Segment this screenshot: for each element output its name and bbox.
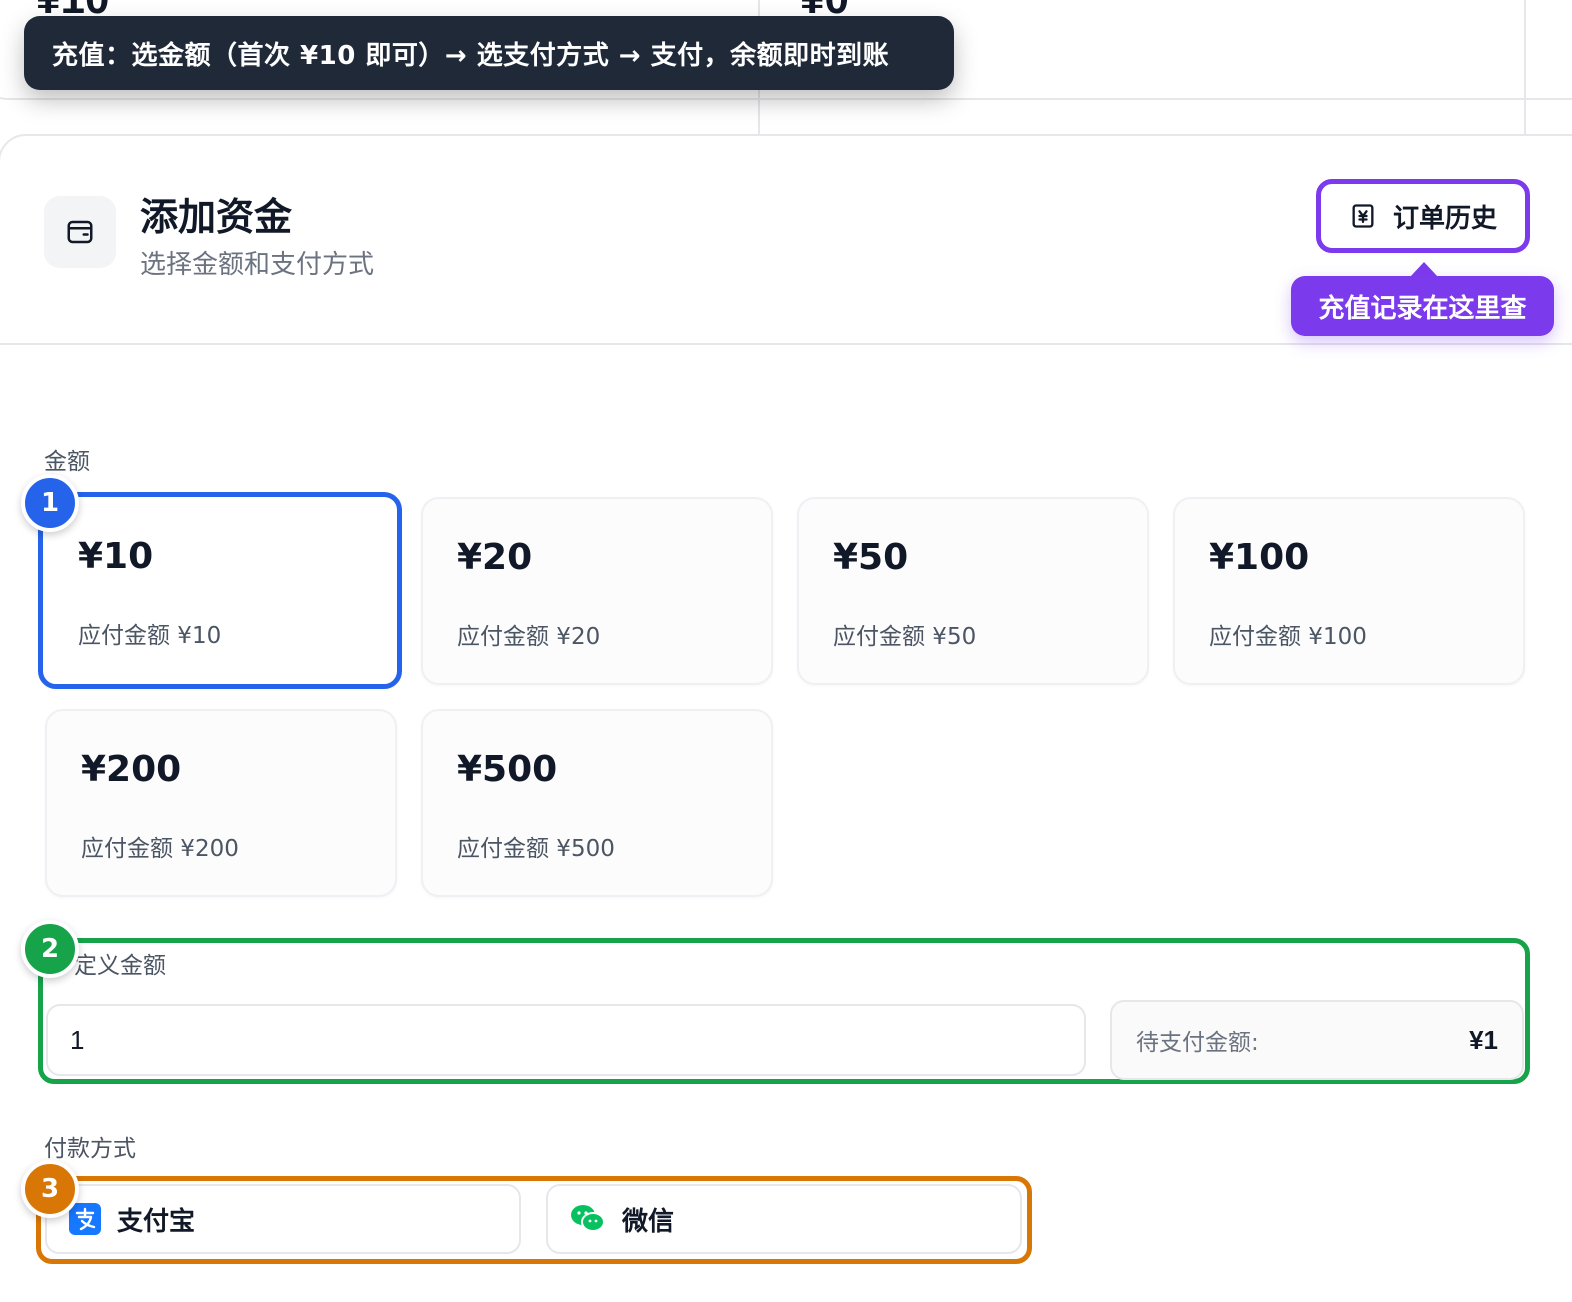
step-badge-2: 2 [21, 920, 79, 978]
custom-amount-input[interactable]: 1 [46, 1004, 1086, 1076]
step-badge-1: 1 [21, 474, 79, 532]
amount-value: ¥10 [78, 536, 154, 577]
amount-value: ¥100 [1209, 537, 1310, 578]
history-tooltip-arrow [1410, 262, 1438, 277]
amount-pay: 应付金额 ¥500 [457, 836, 615, 862]
step-badge-3: 3 [21, 1160, 79, 1218]
amount-label: 金额 [44, 449, 90, 475]
order-history-label: 订单历史 [1392, 203, 1497, 234]
amount-option-20[interactable]: ¥20 应付金额 ¥20 [421, 497, 773, 685]
wechat-icon [570, 1203, 606, 1235]
amount-pay: 应付金额 ¥200 [81, 836, 239, 862]
page-title: 添加资金 [140, 195, 293, 239]
alipay-icon [69, 1203, 101, 1235]
amount-option-50[interactable]: ¥50 应付金额 ¥50 [797, 497, 1149, 685]
amount-pay: 应付金额 ¥100 [1209, 624, 1367, 650]
wechat-label: 微信 [622, 1206, 675, 1237]
wechat-option[interactable]: 微信 [546, 1184, 1022, 1254]
add-funds-page: ¥10 ¥0 充值：选金额（首次 ¥10 即可）→ 选支付方式 → 支付，余额即… [0, 0, 1572, 1302]
pending-amount-box: 待支付金额: ¥1 [1110, 1000, 1524, 1080]
amount-option-500[interactable]: ¥500 应付金额 ¥500 [421, 709, 773, 897]
receipt-icon [1349, 202, 1377, 230]
amount-value: ¥500 [457, 749, 558, 790]
amount-pay: 应付金额 ¥50 [833, 624, 977, 650]
amount-pay: 应付金额 ¥10 [78, 623, 222, 649]
amount-value: ¥200 [81, 749, 182, 790]
pending-amount-value: ¥1 [1469, 1024, 1498, 1055]
payment-method-label: 付款方式 [44, 1136, 136, 1162]
amount-value: ¥20 [457, 537, 533, 578]
amount-option-100[interactable]: ¥100 应付金额 ¥100 [1173, 497, 1525, 685]
wallet-icon [44, 196, 116, 268]
amount-value: ¥50 [833, 537, 909, 578]
alipay-option[interactable]: 支付宝 [45, 1184, 521, 1254]
page-subtitle: 选择金额和支付方式 [140, 250, 375, 280]
custom-amount-label: 定义金额 [74, 953, 166, 979]
amount-option-200[interactable]: ¥200 应付金额 ¥200 [45, 709, 397, 897]
history-tooltip: 充值记录在这里查 [1291, 276, 1554, 336]
header-divider [0, 343, 1572, 345]
guide-tooltip: 充值：选金额（首次 ¥10 即可）→ 选支付方式 → 支付，余额即时到账 [24, 16, 954, 90]
order-history-button[interactable]: 订单历史 [1316, 179, 1530, 253]
alipay-label: 支付宝 [117, 1206, 196, 1237]
pending-amount-label: 待支付金额: [1136, 1030, 1259, 1056]
amount-option-10[interactable]: ¥10 应付金额 ¥10 [38, 492, 402, 689]
amount-pay: 应付金额 ¥20 [457, 624, 601, 650]
